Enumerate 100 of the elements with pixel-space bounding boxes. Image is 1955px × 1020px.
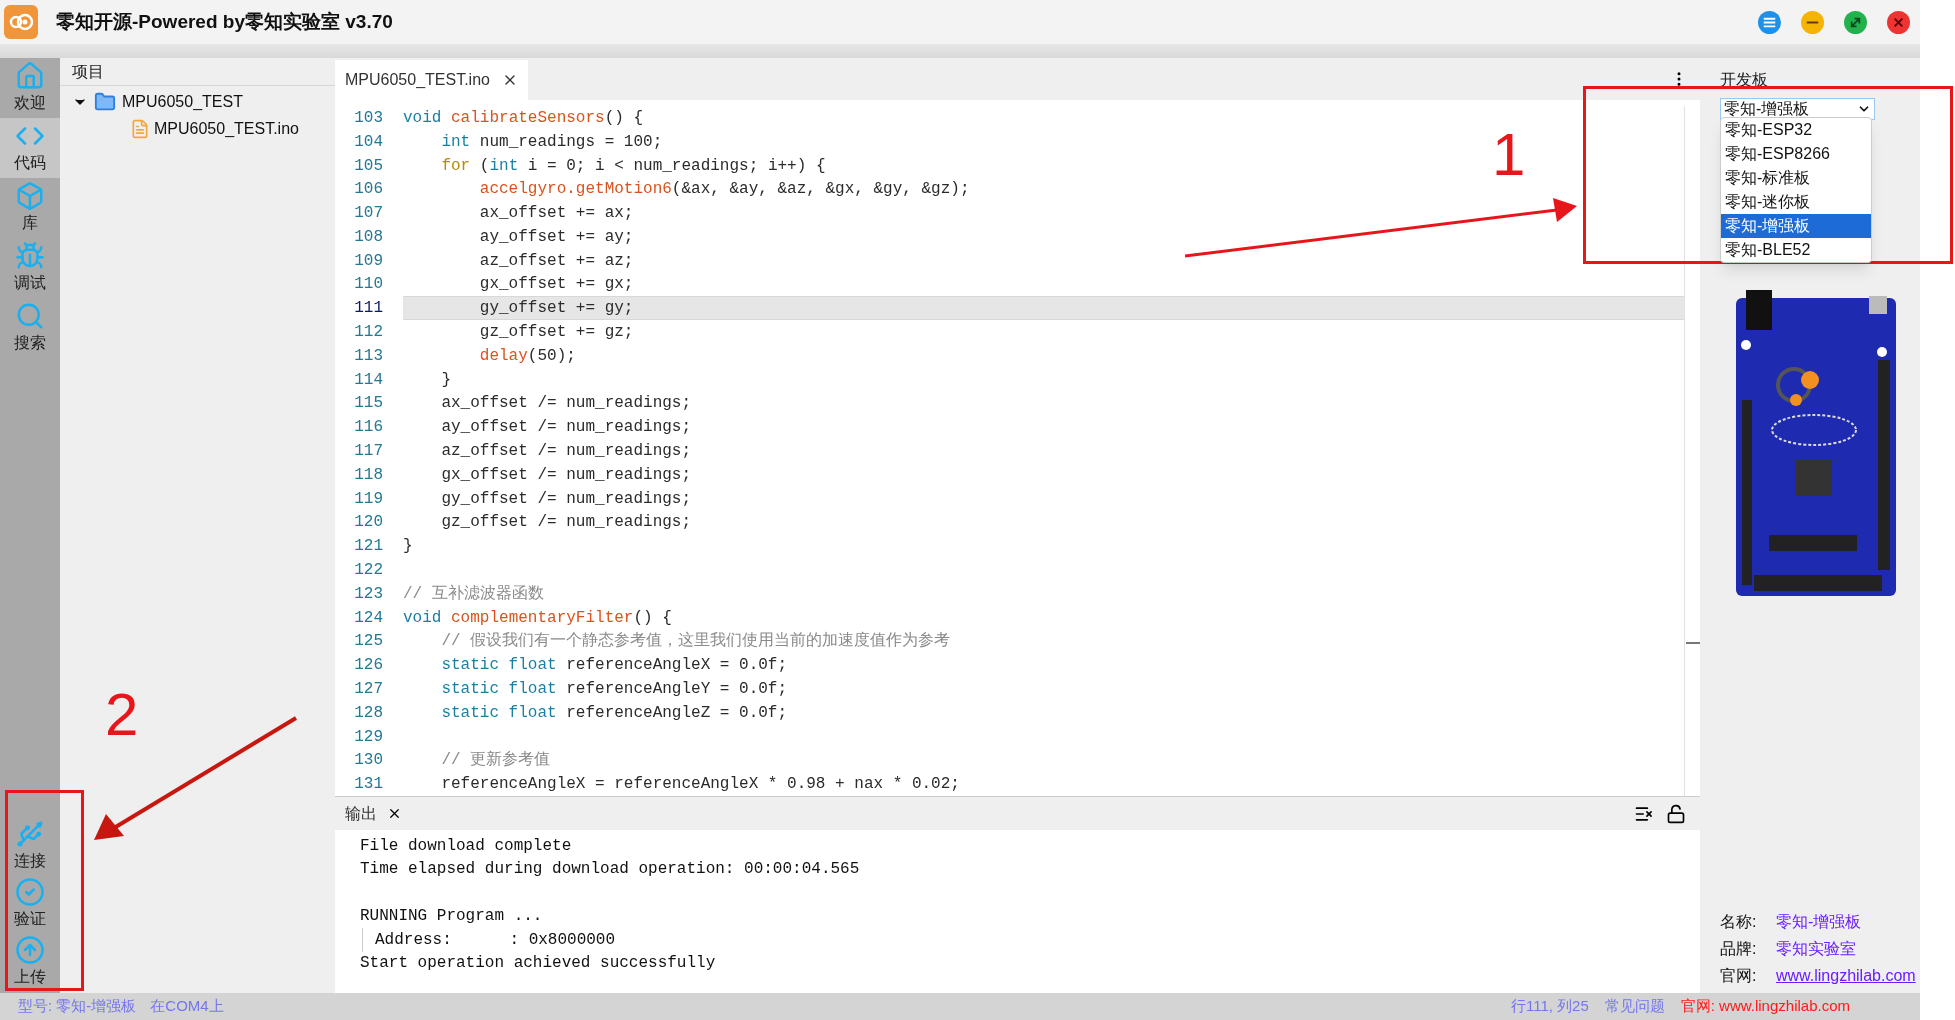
sidebar-item[interactable]: 欢迎: [0, 58, 60, 118]
sidebar-item[interactable]: 搜索: [0, 298, 60, 358]
sidebar-item[interactable]: 代码: [0, 118, 60, 178]
line-number: 117: [353, 441, 383, 463]
code-line: }: [440, 369, 451, 391]
close-icon[interactable]: [1887, 10, 1910, 34]
editor-tab[interactable]: MPU6050_TEST.ino: [335, 60, 528, 100]
close-icon[interactable]: [387, 806, 402, 821]
code-line: // 假设我们有一个静态参考值，这里我们使用当前的加速度值作为参考: [440, 630, 951, 653]
check-icon: [15, 877, 45, 907]
code-line: ay_offset += ay;: [478, 226, 634, 248]
code-line: ax_offset /= num_readings;: [440, 393, 692, 415]
line-number: 103: [353, 107, 383, 129]
minimize-icon[interactable]: [1801, 10, 1824, 34]
sidebar-item[interactable]: 上传: [0, 933, 60, 991]
code-line: gx_offset += gx;: [478, 274, 634, 296]
sidebar-item[interactable]: 验证: [0, 875, 60, 933]
info-value[interactable]: www.lingzhilab.com: [1776, 963, 1916, 988]
output-line: Time elapsed during download operation: 00:00:04.565: [360, 859, 860, 881]
usb-icon: [15, 819, 45, 849]
dropdown-option[interactable]: 零知-ESP8266: [1721, 142, 1871, 166]
scrollbar-thumb[interactable]: [1686, 642, 1700, 644]
line-number: 119: [353, 488, 383, 510]
code-line: accelgyro.getMotion6(&ax, &ay, &az, &gx, &gy, &gz);: [478, 179, 970, 201]
dropdown-option[interactable]: 零知-标准板: [1721, 166, 1871, 190]
sidebar-item[interactable]: 库: [0, 178, 60, 238]
line-number: 120: [353, 512, 383, 534]
code-line: // 更新参考值: [440, 749, 551, 772]
code-line: for (int i = 0; i < num_readings; i++) {: [440, 155, 826, 177]
bug-icon: [15, 241, 45, 271]
code-line: az_offset += az;: [478, 250, 634, 272]
line-number: 109: [353, 250, 383, 272]
line-number: 116: [353, 417, 383, 439]
line-number: 131: [353, 774, 383, 796]
menu-icon[interactable]: [1758, 10, 1781, 34]
code-line: void calibrateSensors() {: [403, 107, 644, 129]
panel-title: 项目: [72, 61, 104, 82]
dropdown-option[interactable]: 零知-BLE52: [1721, 238, 1871, 262]
sidebar-item[interactable]: 调试: [0, 238, 60, 298]
cube-icon: [15, 181, 45, 211]
window-title: 零知开源-Powered by零知实验室 v3.70: [56, 9, 393, 34]
tree-item[interactable]: MPU6050_TEST.ino: [154, 116, 299, 141]
code-line: ay_offset /= num_readings;: [440, 417, 692, 439]
output-tab[interactable]: 输出: [345, 801, 377, 826]
line-number: 124: [353, 607, 383, 629]
code-line: // 互补滤波器函数: [403, 583, 544, 605]
status-text: 行111, 列25: [1510, 996, 1589, 1017]
line-number: 125: [353, 631, 383, 653]
line-number: 118: [353, 464, 383, 486]
line-number: 121: [353, 536, 383, 558]
info-label: 官网:: [1720, 965, 1758, 986]
code-line: static float referenceAngleX = 0.0f;: [440, 655, 788, 677]
code-line: gy_offset /= num_readings;: [440, 488, 692, 510]
line-number: 106: [353, 179, 383, 201]
annotation-number: 1: [1492, 125, 1526, 185]
line-number: 113: [353, 345, 383, 367]
code-line: static float referenceAngleZ = 0.0f;: [440, 702, 788, 724]
file-icon: [130, 118, 150, 139]
code-line: gz_offset /= num_readings;: [440, 512, 692, 534]
line-number: 115: [353, 393, 383, 415]
info-value: 零知-增强板: [1776, 911, 1862, 932]
line-number: 111: [353, 298, 383, 320]
code-line: gx_offset /= num_readings;: [440, 464, 692, 486]
line-number: 128: [353, 702, 383, 724]
code-line: int num_readings = 100;: [440, 131, 663, 153]
dropdown-option[interactable]: 零知-迷你板: [1721, 190, 1871, 214]
line-number: 105: [353, 155, 383, 177]
info-label: 名称:: [1720, 911, 1758, 932]
line-number: 112: [353, 322, 383, 344]
line-number: 104: [353, 131, 383, 153]
folder-icon: [94, 90, 116, 113]
app-logo-icon: [4, 5, 38, 39]
output-line: Start operation achieved successfully: [360, 953, 716, 975]
status-text: 常见问题: [1604, 996, 1665, 1017]
output-line: Address: : 0x8000000: [375, 929, 616, 951]
board-select[interactable]: 零知-增强板: [1720, 98, 1875, 120]
line-number: 130: [353, 750, 383, 772]
dropdown-option[interactable]: 零知-增强板: [1721, 214, 1871, 238]
sidebar-item[interactable]: 连接: [0, 817, 60, 875]
unlock-icon[interactable]: [1666, 803, 1686, 824]
info-label: 品牌:: [1720, 938, 1758, 959]
code-line: gy_offset += gy;: [478, 298, 634, 320]
code-line: gz_offset += gz;: [478, 322, 634, 344]
code-line: az_offset /= num_readings;: [440, 441, 692, 463]
search-icon: [15, 301, 45, 331]
code-line: }: [403, 536, 413, 558]
line-number: 108: [353, 226, 383, 248]
line-number: 107: [353, 203, 383, 225]
code-line: referenceAngleX = referenceAngleX * 0.98 + nax * 0.02;: [440, 774, 960, 796]
home-icon: [15, 61, 45, 91]
code-line: ax_offset += ax;: [478, 203, 634, 225]
status-text: 在COM4上: [150, 996, 224, 1017]
line-number: 114: [353, 369, 383, 391]
code-line: void complementaryFilter() {: [403, 607, 672, 629]
dropdown-option[interactable]: 零知-ESP32: [1721, 118, 1871, 142]
annotation-number: 2: [105, 685, 139, 745]
maximize-icon[interactable]: [1844, 10, 1867, 34]
output-line: File download complete: [360, 835, 572, 857]
tree-item[interactable]: MPU6050_TEST: [122, 89, 243, 114]
line-number: 122: [353, 560, 383, 582]
